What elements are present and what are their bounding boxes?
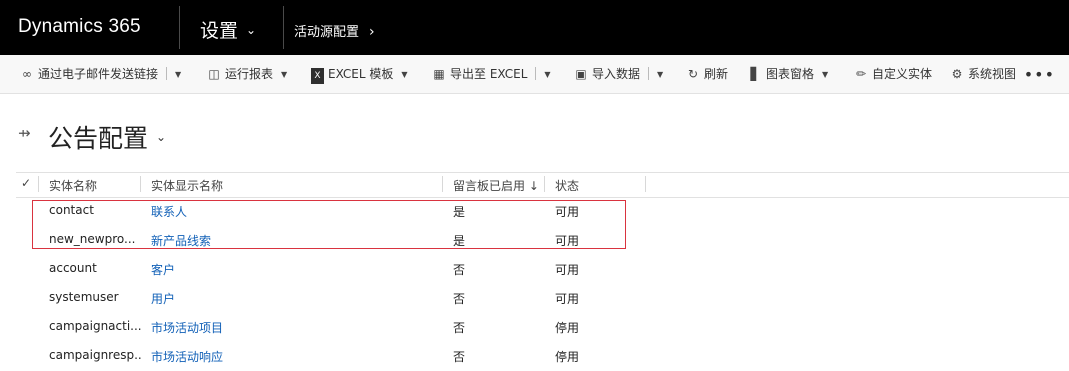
dropdown-arrow-icon[interactable]: ▼ xyxy=(175,67,181,83)
status-cell: 停用 xyxy=(555,350,580,364)
customize-entity-button[interactable]: ✏ 自定义实体 xyxy=(854,66,932,82)
dropdown-arrow-icon: ▼ xyxy=(281,70,288,79)
refresh-button[interactable]: ↻ 刷新 xyxy=(686,66,728,82)
refresh-icon: ↻ xyxy=(687,67,699,81)
customize-entity-icon: ✏ xyxy=(855,67,867,81)
entity-name-cell: account xyxy=(49,261,97,275)
nav-divider xyxy=(179,6,180,49)
run-report-label: 运行报表 xyxy=(225,67,274,81)
wall-enabled-label: 留言板已启用 xyxy=(453,179,526,193)
import-data-button[interactable]: ▣ 导入数据 ▼ xyxy=(574,66,663,83)
display-name-link[interactable]: 市场活动项目 xyxy=(151,319,223,336)
dropdown-arrow-icon[interactable]: ▼ xyxy=(544,67,550,83)
column-divider xyxy=(38,176,39,192)
area-label: 设置 xyxy=(200,20,239,42)
chevron-down-icon: ⌄ xyxy=(156,130,167,144)
run-report-button[interactable]: ◫ 运行报表 ▼ xyxy=(207,66,287,83)
table-row[interactable]: campaignresp... 市场活动响应 否 停用 xyxy=(16,342,1069,371)
report-icon: ◫ xyxy=(208,67,220,81)
display-name-link[interactable]: 市场活动响应 xyxy=(151,348,223,365)
column-divider xyxy=(645,176,646,192)
status-cell: 可用 xyxy=(555,263,580,277)
link-icon: ∞ xyxy=(22,67,32,81)
column-divider xyxy=(140,176,141,192)
pin-icon[interactable]: ⇸ xyxy=(18,124,31,142)
sort-descending-icon: ↓ xyxy=(528,179,539,193)
more-commands-icon[interactable]: ••• xyxy=(1024,65,1055,84)
dropdown-arrow-icon: ▼ xyxy=(822,70,829,79)
entity-name-cell: systemuser xyxy=(49,290,119,304)
column-header-status[interactable]: 状态 xyxy=(555,177,579,194)
split-divider xyxy=(166,67,168,80)
view-title: 公告配置 xyxy=(48,124,149,153)
system-views-label: 系统视图 xyxy=(968,67,1017,81)
wall-enabled-cell: 否 xyxy=(453,321,466,335)
wall-enabled-cell: 否 xyxy=(453,292,466,306)
customize-entity-label: 自定义实体 xyxy=(872,67,933,81)
entity-name-cell: campaignresp... xyxy=(49,348,141,362)
column-divider xyxy=(442,176,443,192)
gear-icon: ⚙ xyxy=(951,67,963,81)
grid-header: ✓ 实体名称 实体显示名称 留言板已启用 ↓ 状态 xyxy=(16,172,1069,198)
wall-enabled-cell: 否 xyxy=(453,263,466,277)
dropdown-arrow-icon[interactable]: ▼ xyxy=(657,67,663,83)
status-cell: 可用 xyxy=(555,292,580,306)
command-bar: ∞ 通过电子邮件发送链接 ▼ ◫ 运行报表 ▼ X EXCEL 模板 ▼ ▦ 导出至 EXCE… xyxy=(0,55,1069,94)
breadcrumb[interactable]: 活动源配置 › xyxy=(294,21,375,40)
split-divider xyxy=(648,67,650,80)
excel-icon: X xyxy=(311,68,324,84)
chart-pane-button[interactable]: ▋ 图表窗格 ▼ xyxy=(748,66,828,83)
split-divider xyxy=(535,67,537,80)
excel-template-label: EXCEL 模板 xyxy=(328,67,394,81)
refresh-label: 刷新 xyxy=(704,67,729,81)
breadcrumb-label: 活动源配置 xyxy=(294,25,360,40)
system-views-button[interactable]: ⚙ 系统视图 xyxy=(950,66,1016,82)
table-row[interactable]: systemuser 用户 否 可用 xyxy=(16,284,1069,313)
select-all-checkbox[interactable]: ✓ xyxy=(21,176,31,190)
column-header-entity-name[interactable]: 实体名称 xyxy=(49,177,97,194)
email-link-label: 通过电子邮件发送链接 xyxy=(38,67,159,81)
area-selector[interactable]: 设置 ⌄ xyxy=(200,16,256,43)
table-row[interactable]: campaignacti... 市场活动项目 否 停用 xyxy=(16,313,1069,342)
email-link-button[interactable]: ∞ 通过电子邮件发送链接 ▼ xyxy=(20,66,181,83)
import-data-label: 导入数据 xyxy=(592,67,641,81)
chevron-down-icon: ⌄ xyxy=(246,23,257,37)
export-excel-label: 导出至 EXCEL xyxy=(450,67,528,81)
column-header-display-name[interactable]: 实体显示名称 xyxy=(151,177,223,194)
display-name-link[interactable]: 用户 xyxy=(151,290,175,307)
wall-enabled-cell: 否 xyxy=(453,350,466,364)
table-row[interactable]: account 客户 否 可用 xyxy=(16,255,1069,284)
export-excel-button[interactable]: ▦ 导出至 EXCEL ▼ xyxy=(432,66,551,83)
chart-icon: ▋ xyxy=(750,67,760,81)
nav-divider xyxy=(283,6,284,49)
app-brand[interactable]: Dynamics 365 xyxy=(18,16,141,38)
import-data-icon: ▣ xyxy=(575,67,587,81)
excel-template-button[interactable]: X EXCEL 模板 ▼ xyxy=(311,66,408,84)
dropdown-arrow-icon: ▼ xyxy=(401,70,408,79)
view-selector[interactable]: 公告配置 ⌄ xyxy=(48,119,166,155)
column-header-wall-enabled[interactable]: 留言板已启用 ↓ xyxy=(453,177,539,194)
top-nav-bar: Dynamics 365 设置 ⌄ 活动源配置 › xyxy=(0,0,1069,55)
chart-pane-label: 图表窗格 xyxy=(766,67,815,81)
entity-name-cell: campaignacti... xyxy=(49,319,141,333)
column-divider xyxy=(544,176,545,192)
display-name-link[interactable]: 客户 xyxy=(151,261,175,278)
chevron-right-icon: › xyxy=(369,24,375,40)
status-cell: 停用 xyxy=(555,321,580,335)
highlight-box xyxy=(32,200,626,249)
export-excel-icon: ▦ xyxy=(433,67,445,81)
